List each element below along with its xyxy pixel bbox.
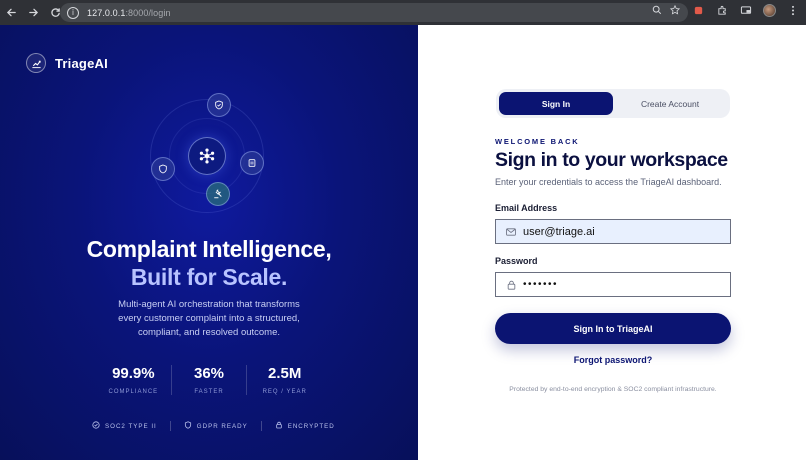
page-title: Sign in to your workspace [495, 149, 728, 171]
url-host: 127.0.0.1 [87, 7, 126, 18]
lock-icon [275, 421, 283, 431]
shield-check-icon [207, 93, 231, 117]
chart-trend-icon [26, 53, 46, 73]
address-bar[interactable]: i 127.0.0.1:8000/login [60, 3, 688, 22]
mail-icon [505, 227, 517, 236]
site-info-icon[interactable]: i [67, 6, 79, 19]
email-field[interactable]: user@triage.ai [495, 219, 731, 244]
badge-label: ENCRYPTED [287, 422, 335, 430]
gavel-icon [206, 182, 230, 206]
shield-check-icon [92, 421, 100, 431]
stat-compliance: 99.9% COMPLIANCE [96, 365, 171, 395]
profile-avatar[interactable] [763, 3, 776, 17]
extensions-puzzle-icon[interactable] [715, 3, 729, 17]
page-subtitle: Enter your credentials to access the Tri… [495, 177, 722, 187]
password-value: ••••••• [523, 279, 559, 290]
stat-label: FASTER [194, 389, 224, 395]
badge-gdpr: GDPR READY [184, 421, 248, 431]
url-path: :8000/login [125, 7, 171, 18]
stat-requests: 2.5M REQ / YEAR [246, 365, 322, 395]
divider [169, 421, 171, 431]
document-icon [240, 151, 264, 175]
lock-icon [505, 280, 517, 290]
badge-label: GDPR READY [196, 422, 248, 430]
password-label: Password [495, 256, 538, 266]
sign-in-button[interactable]: Sign In to TriageAI [495, 313, 731, 344]
agent-orbit-graphic [150, 93, 264, 215]
brand-name: TriageAI [55, 55, 108, 71]
stat-value: 99.9% [112, 365, 155, 382]
hero-headline: Complaint Intelligence, Built for Scale. [0, 235, 418, 291]
network-hub-icon [188, 137, 226, 175]
browser-toolbar: i 127.0.0.1:8000/login [0, 0, 806, 25]
menu-kebab-icon[interactable] [786, 3, 800, 17]
stat-value: 36% [193, 365, 225, 382]
badge-soc2: SOC2 TYPE II [92, 421, 157, 431]
email-value: user@triage.ai [523, 225, 595, 238]
forward-icon[interactable] [22, 2, 44, 24]
shield-icon [151, 157, 175, 181]
stat-label: COMPLIANCE [108, 389, 159, 395]
badge-encrypted: ENCRYPTED [275, 421, 335, 431]
extension-icon[interactable] [691, 3, 705, 17]
badge-label: SOC2 TYPE II [105, 422, 157, 430]
tab-sign-in[interactable]: Sign In [499, 92, 613, 115]
url-text: 127.0.0.1:8000/login [87, 8, 171, 18]
hero-title-line1: Complaint Intelligence, [86, 236, 332, 262]
divider [260, 421, 262, 431]
stat-label: REQ / YEAR [262, 389, 307, 395]
forgot-password-link[interactable]: Forgot password? [495, 355, 731, 365]
auth-tabs: Sign In Create Account [496, 89, 730, 118]
email-label: Email Address [495, 203, 558, 213]
stat-faster: 36% FASTER [170, 365, 247, 395]
shield-icon [184, 421, 192, 431]
back-icon[interactable] [0, 2, 22, 24]
zoom-icon[interactable] [652, 5, 662, 18]
hero-description: Multi-agent AI orchestration that transf… [118, 299, 300, 338]
tab-create-account[interactable]: Create Account [613, 92, 727, 115]
brand: TriageAI [26, 53, 108, 73]
bookmark-star-icon[interactable] [669, 4, 681, 18]
stats-row: 99.9% COMPLIANCE 36% FASTER 2.5M REQ / Y… [96, 365, 322, 395]
login-panel: Sign In Create Account WELCOME BACK Sign… [418, 25, 806, 460]
hero-panel: TriageAI Complaint Intelligence, Built f… [0, 25, 418, 460]
trust-badges: SOC2 TYPE II GDPR READY ENCRYPTED [92, 421, 335, 431]
welcome-eyebrow: WELCOME BACK [495, 137, 580, 146]
stat-value: 2.5M [268, 365, 302, 382]
cast-icon[interactable] [739, 3, 753, 17]
password-field[interactable]: ••••••• [495, 272, 731, 297]
security-footnote: Protected by end-to-end encryption & SOC… [509, 386, 717, 393]
hero-title-line2: Built for Scale. [130, 264, 288, 290]
